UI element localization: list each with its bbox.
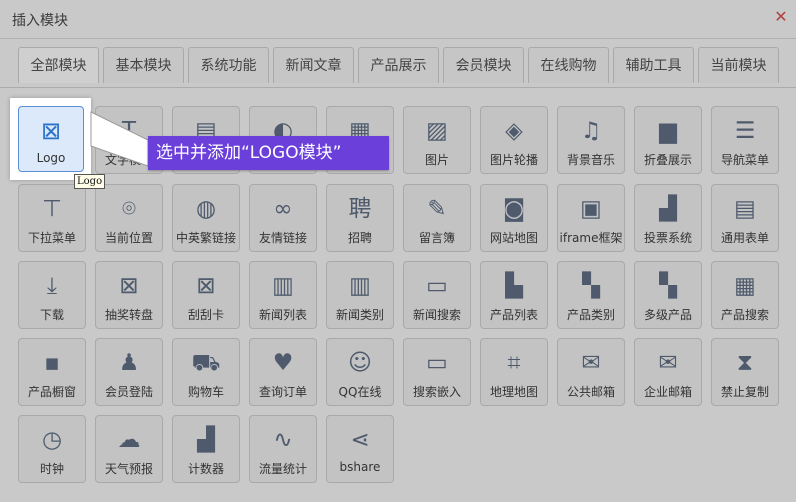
callout-pointer: [90, 111, 149, 167]
instruction-callout: 选中并添加“LOGO模块”: [148, 136, 389, 170]
insert-module-dialog: 插入模块 ✕ 全部模块 基本模块 系统功能 新闻文章 产品展示 会员模块 在线购物 辅助工具当…: [0, 0, 796, 502]
